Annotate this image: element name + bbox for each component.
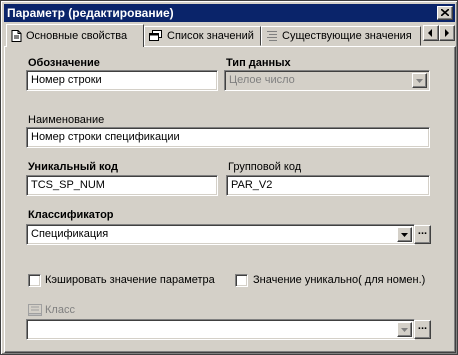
- name-field[interactable]: Номер строки спецификации: [26, 127, 430, 148]
- class-dropdown-button[interactable]: [397, 322, 412, 337]
- data-type-label: Тип данных: [226, 57, 291, 69]
- class-icon: [28, 304, 42, 316]
- tab-scroll-right-button[interactable]: [439, 25, 455, 41]
- unique-code-field[interactable]: TCS_SP_NUM: [26, 175, 218, 196]
- classifier-select[interactable]: Спецификация: [26, 224, 415, 245]
- classifier-browse-button[interactable]: ...: [414, 225, 431, 244]
- tab-existing-values[interactable]: Существующие значения: [261, 26, 421, 46]
- group-code-label: Групповой код: [228, 161, 302, 173]
- classifier-label: Классификатор: [28, 209, 114, 221]
- unique-value-checkbox[interactable]: [235, 274, 248, 287]
- designation-value: Номер строки: [31, 74, 102, 86]
- document-icon: [11, 30, 22, 42]
- chevron-down-icon: [401, 233, 408, 237]
- classifier-dropdown-button[interactable]: [397, 227, 412, 242]
- data-type-value: Целое число: [229, 74, 295, 86]
- cache-value-checkbox[interactable]: [28, 274, 41, 287]
- unique-code-value: TCS_SP_NUM: [31, 179, 105, 191]
- chevron-down-icon: [401, 328, 408, 332]
- data-type-dropdown-button[interactable]: [412, 73, 427, 88]
- tab-value-list[interactable]: Список значений: [144, 26, 261, 46]
- name-label: Наименование: [28, 114, 105, 126]
- close-icon: [441, 9, 449, 16]
- unique-code-label: Уникальный код: [28, 161, 118, 173]
- tab-main-properties[interactable]: Основные свойства: [6, 24, 144, 47]
- unique-value-label: Значение уникально( для номен.): [253, 274, 426, 286]
- classifier-value: Спецификация: [31, 228, 109, 240]
- close-button[interactable]: [437, 6, 453, 20]
- designation-field[interactable]: Номер строки: [26, 70, 218, 91]
- class-browse-button[interactable]: ...: [414, 320, 431, 339]
- designation-label: Обозначение: [28, 57, 100, 69]
- data-type-select[interactable]: Целое число: [224, 70, 430, 91]
- arrow-right-icon: [445, 29, 449, 37]
- cache-value-label: Кэшировать значение параметра: [45, 274, 215, 286]
- window-list-icon: [149, 30, 162, 41]
- grayed-list-icon: [267, 31, 277, 41]
- tab-scroll-left-button[interactable]: [423, 25, 439, 41]
- name-value: Номер строки спецификации: [31, 131, 180, 143]
- class-select[interactable]: [26, 319, 415, 340]
- chevron-down-icon: [416, 79, 423, 83]
- group-code-field[interactable]: PAR_V2: [226, 175, 430, 196]
- tab-value-list-label: Список значений: [167, 30, 254, 42]
- tab-existing-values-label: Существующие значения: [282, 30, 412, 42]
- class-label: Класс: [45, 304, 75, 316]
- window-title: Параметр (редактирование): [7, 6, 174, 20]
- arrow-left-icon: [428, 29, 432, 37]
- tab-main-properties-label: Основные свойства: [26, 30, 128, 42]
- parameter-edit-dialog: Параметр (редактирование) Основные свойс…: [0, 0, 458, 355]
- title-bar: Параметр (редактирование): [4, 4, 455, 22]
- group-code-value: PAR_V2: [231, 179, 273, 191]
